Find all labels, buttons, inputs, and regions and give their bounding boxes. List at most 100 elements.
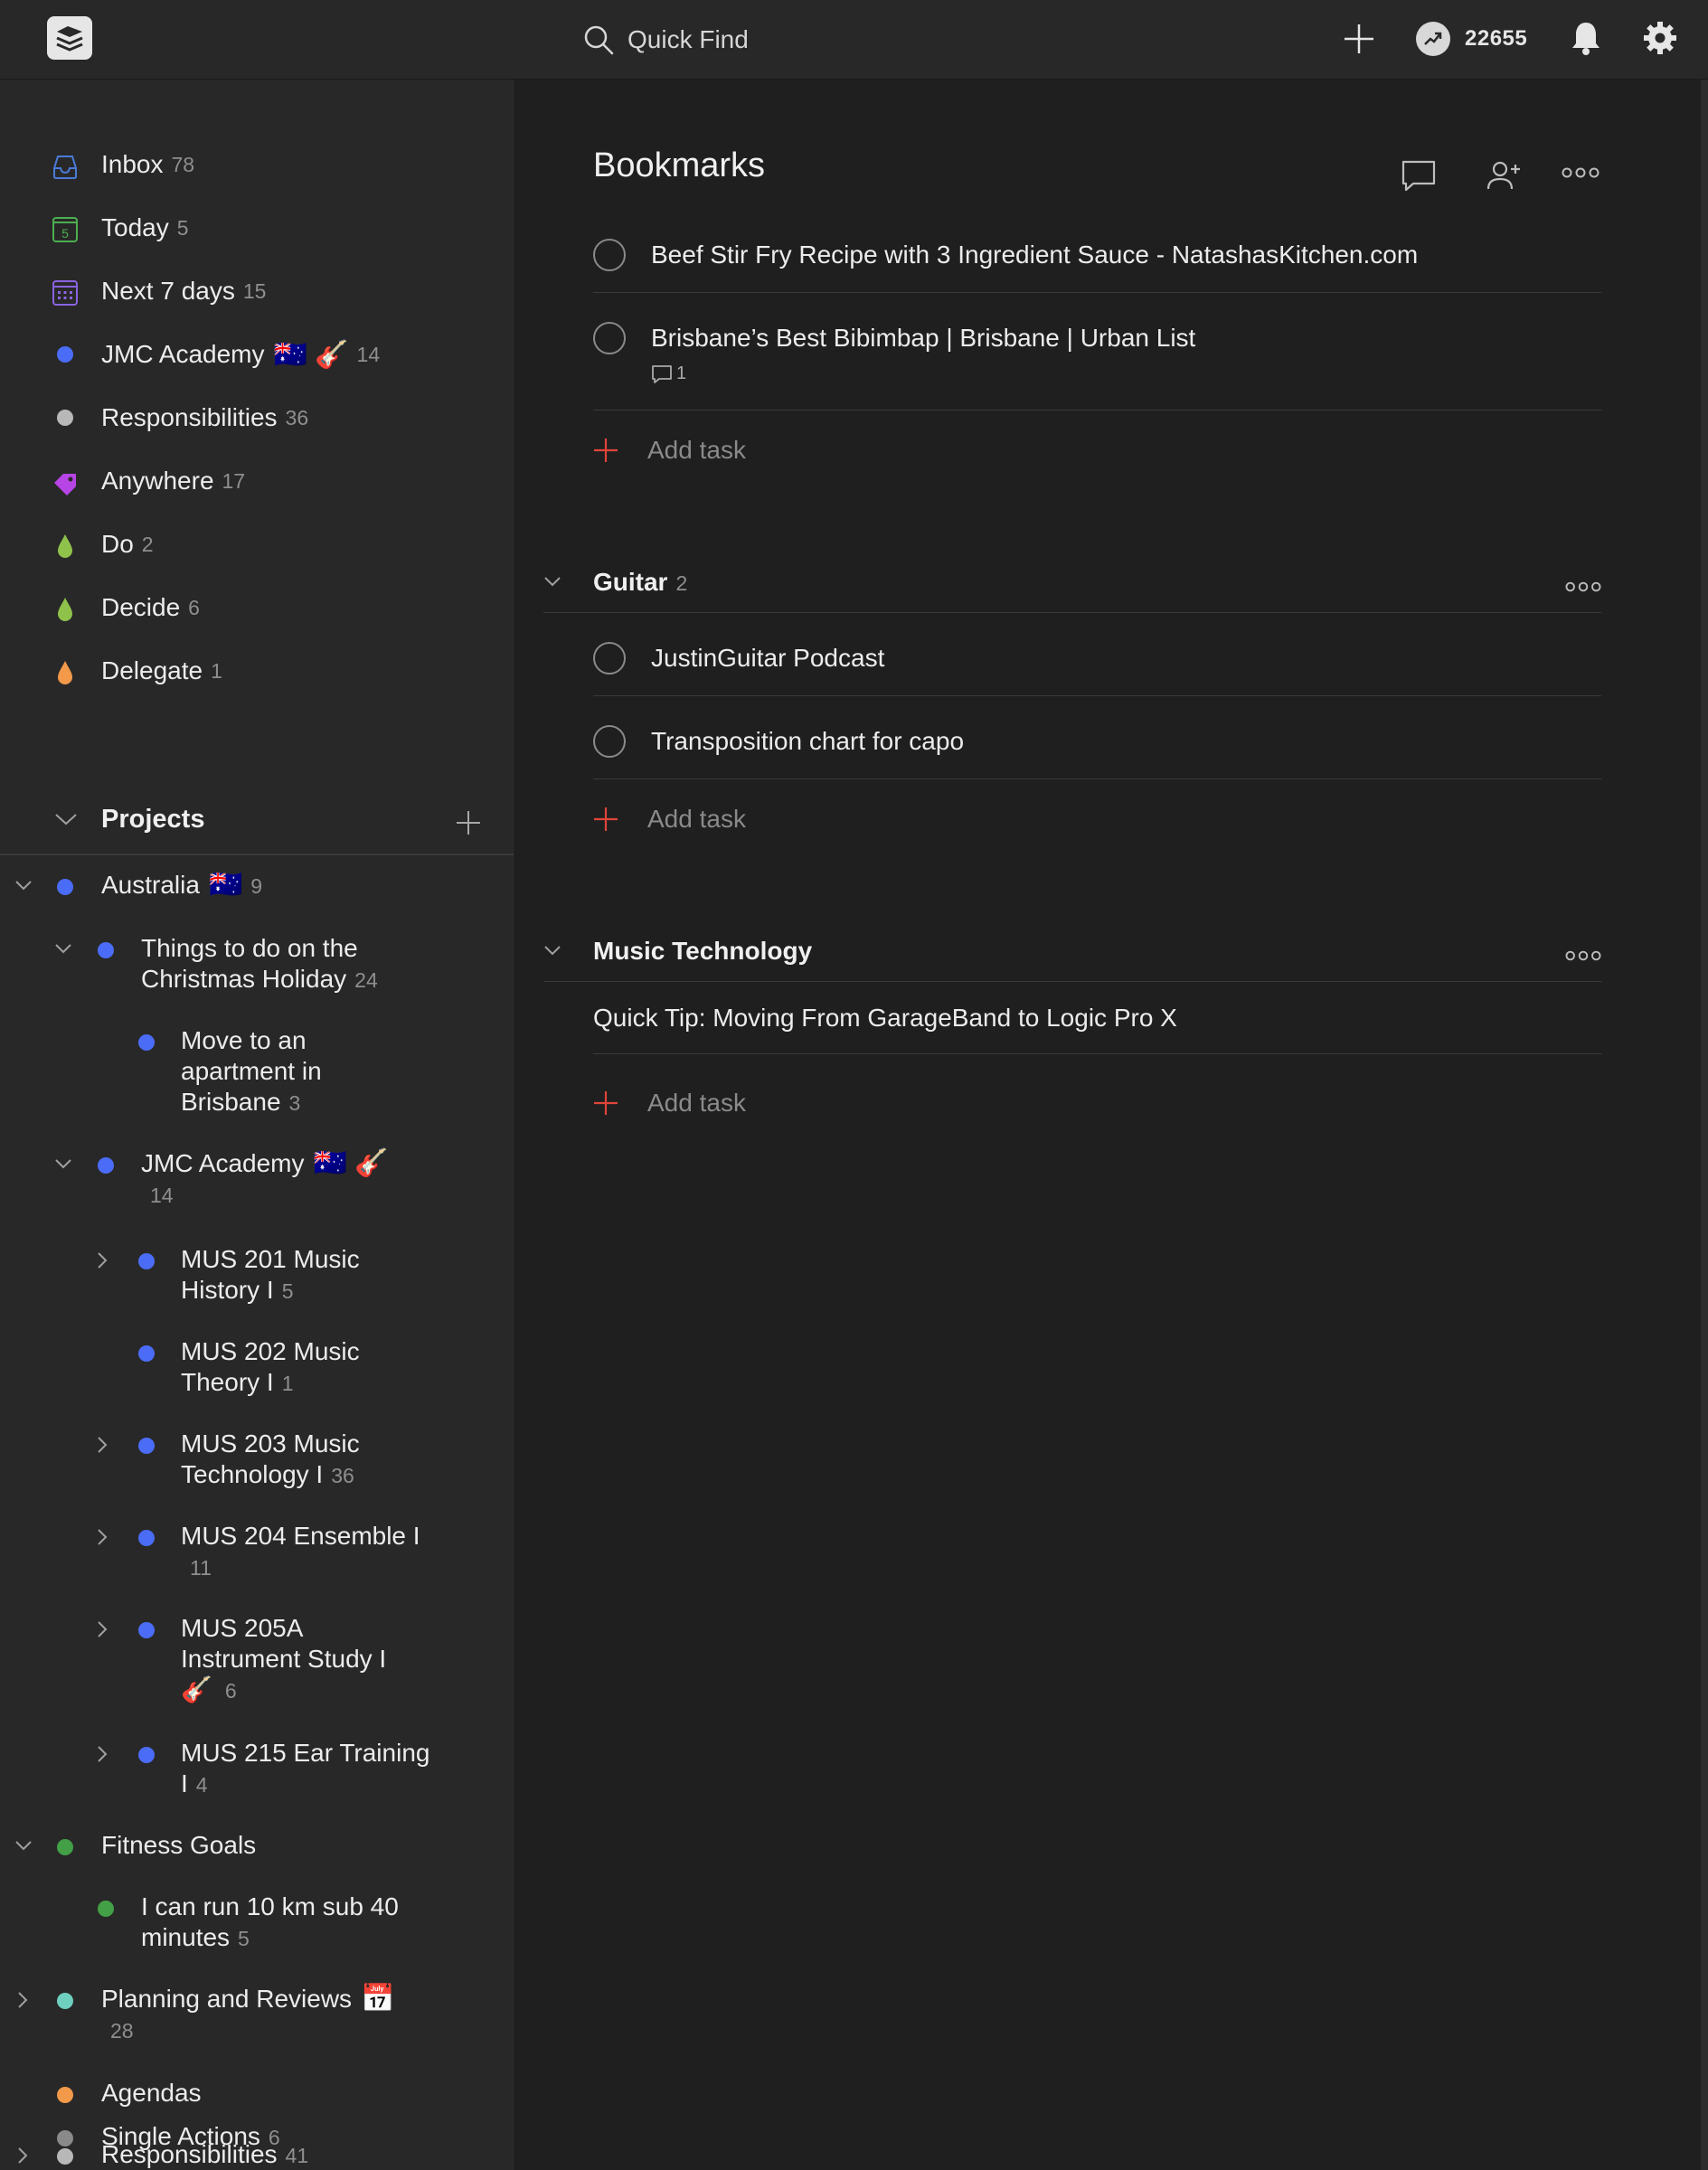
chevron-right-icon[interactable] xyxy=(96,1251,109,1269)
chevron-down-icon[interactable] xyxy=(14,1839,33,1852)
task-title[interactable]: Beef Stir Fry Recipe with 3 Ingredient S… xyxy=(651,241,1418,269)
project-color-dot xyxy=(98,942,114,958)
add-task-label[interactable]: Add task xyxy=(647,805,746,834)
task-checkbox[interactable] xyxy=(593,725,626,758)
task-row[interactable]: Transposition chart for capo xyxy=(593,716,1601,779)
item-count: 6 xyxy=(188,595,200,619)
sidebar-item-inbox[interactable]: Inbox 78 xyxy=(0,139,506,190)
chevron-right-icon[interactable] xyxy=(96,1528,109,1546)
project-color-dot xyxy=(138,1034,155,1051)
project-christmas-holiday[interactable]: Things to do on the Christmas Holiday 24 xyxy=(0,929,506,1002)
task-comments-indicator[interactable]: 1 xyxy=(651,363,686,384)
sidebar-item-label: Do xyxy=(101,530,134,558)
chevron-right-icon[interactable] xyxy=(96,1436,109,1454)
item-count: 9 xyxy=(250,874,263,898)
chevron-down-icon[interactable] xyxy=(14,879,33,892)
share-add-person-icon[interactable] xyxy=(1486,159,1522,193)
task-row[interactable]: Beef Stir Fry Recipe with 3 Ingredient S… xyxy=(593,231,1601,293)
sidebar-item-anywhere[interactable]: Anywhere 17 xyxy=(0,456,506,506)
add-task-label[interactable]: Add task xyxy=(647,436,746,465)
task-title[interactable]: Quick Tip: Moving From GarageBand to Log… xyxy=(593,1004,1177,1033)
add-task-button[interactable]: Add task xyxy=(593,436,746,465)
section-title[interactable]: Music Technology xyxy=(593,937,812,965)
chevron-down-icon[interactable] xyxy=(543,944,561,957)
scrollbar[interactable] xyxy=(1701,80,1708,2170)
chevron-down-icon[interactable] xyxy=(54,942,72,955)
quick-find-search[interactable]: Quick Find xyxy=(582,22,749,58)
project-single-actions[interactable]: Single Actions 6 xyxy=(0,2118,506,2163)
project-mus-201[interactable]: MUS 201 Music History I 5 xyxy=(0,1241,506,1313)
task-checkbox[interactable] xyxy=(593,642,626,675)
item-count: 1 xyxy=(211,658,222,683)
app-logo-icon[interactable] xyxy=(47,16,92,60)
item-count: 78 xyxy=(171,152,195,176)
projects-heading[interactable]: Projects xyxy=(101,805,204,835)
project-name-line3: Brisbane xyxy=(181,1088,281,1116)
task-row[interactable]: JustinGuitar Podcast xyxy=(593,633,1601,696)
project-mus-203[interactable]: MUS 203 Music Technology I 36 xyxy=(0,1425,506,1497)
comments-icon[interactable] xyxy=(1401,159,1437,193)
task-row[interactable]: Brisbane’s Best Bibimbap | Brisbane | Ur… xyxy=(593,315,1601,410)
karma-productivity[interactable]: 22655 xyxy=(1416,22,1527,56)
item-count: 6 xyxy=(268,2126,280,2149)
page-title: Bookmarks xyxy=(593,146,766,184)
task-title[interactable]: JustinGuitar Podcast xyxy=(651,644,884,673)
project-planning-and-reviews[interactable]: Planning and Reviews 📅 28 xyxy=(0,1980,506,2052)
quick-find-placeholder[interactable]: Quick Find xyxy=(628,25,749,54)
project-name-line2: Technology I xyxy=(181,1460,324,1488)
task-checkbox[interactable] xyxy=(593,322,626,354)
australia-flag-emoji: 🇦🇺 xyxy=(208,870,243,900)
sidebar-item-label: Inbox xyxy=(101,150,164,178)
project-agendas[interactable]: Agendas xyxy=(0,2074,506,2119)
section-more-options-icon[interactable] xyxy=(1565,949,1601,962)
sidebar-item-delegate[interactable]: Delegate 1 xyxy=(0,646,506,696)
add-task-plus-icon[interactable] xyxy=(1342,22,1376,61)
sidebar-item-decide[interactable]: Decide 6 xyxy=(0,582,506,633)
project-mus-202[interactable]: MUS 202 Music Theory I 1 xyxy=(0,1333,506,1405)
top-bar: Quick Find 22655 xyxy=(0,0,1708,80)
sidebar-item-next-7-days[interactable]: Next 7 days 15 xyxy=(0,266,506,316)
task-row[interactable]: Quick Tip: Moving From GarageBand to Log… xyxy=(593,991,1601,1054)
project-name: JMC Academy xyxy=(141,1149,305,1177)
section-more-options-icon[interactable] xyxy=(1565,580,1601,593)
project-run-10km[interactable]: I can run 10 km sub 40 minutes 5 xyxy=(0,1888,506,1960)
task-title[interactable]: Transposition chart for capo xyxy=(651,727,964,756)
project-move-apartment-brisbane[interactable]: Move to an apartment in Brisbane 3 xyxy=(0,1022,506,1121)
sidebar-item-jmc-academy[interactable]: JMC Academy 🇦🇺 🎸 14 xyxy=(0,329,506,380)
main-content: Bookmarks Beef Stir Fry Recipe with 3 In… xyxy=(516,80,1708,2170)
task-checkbox[interactable] xyxy=(593,239,626,271)
label-tag-icon xyxy=(54,474,76,495)
add-project-plus-icon[interactable] xyxy=(454,808,483,837)
project-name-line2: Theory I xyxy=(181,1368,274,1396)
chevron-right-icon[interactable] xyxy=(96,1620,109,1638)
project-mus-204[interactable]: MUS 204 Ensemble I 11 xyxy=(0,1517,506,1590)
project-fitness-goals[interactable]: Fitness Goals xyxy=(0,1826,506,1872)
project-color-dot xyxy=(138,1253,155,1269)
chevron-down-icon[interactable] xyxy=(54,1157,72,1170)
flag-guitar-emoji: 🇦🇺 🎸 xyxy=(273,339,349,370)
project-jmc-academy[interactable]: JMC Academy 🇦🇺 🎸 14 xyxy=(0,1145,506,1217)
sidebar-item-responsibilities[interactable]: Responsibilities 36 xyxy=(0,392,506,443)
project-mus-205a[interactable]: MUS 205A Instrument Study I 🎸 6 xyxy=(0,1609,506,1714)
plus-icon xyxy=(594,807,618,831)
sidebar-item-do[interactable]: Do 2 xyxy=(0,519,506,570)
project-mus-215[interactable]: MUS 215 Ear Training I 4 xyxy=(0,1734,506,1807)
add-task-label[interactable]: Add task xyxy=(647,1089,746,1118)
chevron-right-icon[interactable] xyxy=(96,1745,109,1763)
karma-trend-icon xyxy=(1416,22,1450,56)
notifications-bell-icon[interactable] xyxy=(1570,20,1602,61)
add-task-button[interactable]: Add task xyxy=(593,1089,746,1118)
flag-guitar-emoji: 🇦🇺 🎸 xyxy=(313,1148,389,1178)
section-title[interactable]: Guitar xyxy=(593,568,667,596)
project-australia[interactable]: Australia 🇦🇺 9 xyxy=(0,866,506,911)
item-count: 5 xyxy=(176,215,189,240)
chevron-down-icon[interactable] xyxy=(54,812,78,826)
add-task-button[interactable]: Add task xyxy=(593,805,746,834)
more-options-icon[interactable] xyxy=(1562,166,1599,179)
task-title[interactable]: Brisbane’s Best Bibimbap | Brisbane | Ur… xyxy=(651,324,1195,353)
settings-gear-icon[interactable] xyxy=(1642,20,1678,61)
chevron-right-icon[interactable] xyxy=(16,1991,29,2009)
filter-drop-icon xyxy=(58,661,72,684)
chevron-down-icon[interactable] xyxy=(543,575,561,588)
sidebar-item-today[interactable]: 5 Today 5 xyxy=(0,203,506,253)
